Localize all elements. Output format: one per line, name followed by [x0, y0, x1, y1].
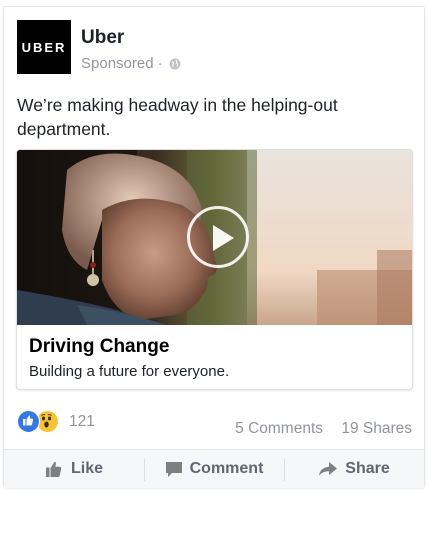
video-thumbnail[interactable]	[17, 150, 412, 325]
separator-dot: ·	[157, 55, 163, 72]
like-label: Like	[70, 460, 103, 477]
play-button[interactable]	[187, 206, 249, 268]
reactions-summary[interactable]: 121	[17, 410, 95, 433]
uber-logo[interactable]: UBER	[17, 20, 71, 74]
comment-icon	[165, 461, 182, 477]
share-button[interactable]: Share	[284, 450, 424, 488]
comments-count[interactable]: 5 Comments	[235, 420, 323, 437]
page-name[interactable]: Uber	[81, 27, 124, 49]
comment-label: Comment	[189, 460, 264, 477]
logo-text: UBER	[21, 39, 67, 55]
globe-icon[interactable]	[169, 58, 181, 70]
link-preview[interactable]: Driving Change Building a future for eve…	[16, 149, 413, 390]
link-description: Building a future for everyone.	[29, 363, 230, 380]
like-reaction-icon	[17, 410, 40, 433]
action-bar: Like Comment Share	[4, 450, 424, 488]
like-button[interactable]: Like	[4, 450, 144, 488]
engagement-counts: 5 Comments 19 Shares	[235, 420, 412, 438]
reaction-count: 121	[69, 412, 95, 430]
post-text: We’re making headway in the helping-out …	[17, 95, 338, 139]
link-title[interactable]: Driving Change	[29, 336, 169, 358]
share-label: Share	[345, 460, 390, 477]
thumbs-up-icon	[45, 461, 62, 477]
comment-button[interactable]: Comment	[144, 450, 284, 488]
shares-count[interactable]: 19 Shares	[341, 420, 412, 437]
sponsored-label[interactable]: Sponsored	[81, 55, 154, 72]
sponsored-post-card: UBER Uber Sponsored · We’re making headw…	[3, 6, 425, 488]
sponsored-row: Sponsored ·	[81, 55, 181, 72]
share-icon	[319, 462, 338, 476]
